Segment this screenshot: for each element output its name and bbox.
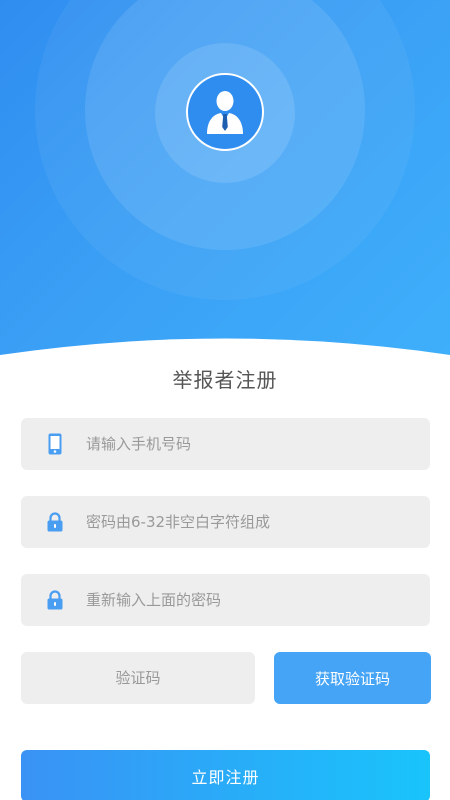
page-title: 举报者注册 [172, 368, 278, 392]
password-field-container[interactable] [21, 496, 430, 548]
register-button[interactable]: 立即注册 [21, 750, 430, 800]
confirm-password-input[interactable] [86, 574, 430, 626]
password-input[interactable] [86, 496, 430, 548]
phone-icon [45, 433, 65, 455]
register-screen: 举报者注册 请输入手机号码 验证码 获取验证码 立即注册 [0, 0, 450, 800]
header-banner [0, 0, 450, 380]
phone-field-container[interactable] [21, 418, 430, 470]
lock-icon [45, 512, 65, 532]
lock-icon [45, 590, 65, 610]
verification-code-input[interactable] [21, 652, 255, 704]
avatar [186, 73, 264, 151]
user-tie-icon [207, 91, 243, 134]
phone-input[interactable] [86, 418, 430, 470]
verification-code-field-container[interactable] [21, 652, 255, 704]
get-code-button[interactable]: 获取验证码 [274, 652, 431, 704]
confirm-password-field-container[interactable] [21, 574, 430, 626]
